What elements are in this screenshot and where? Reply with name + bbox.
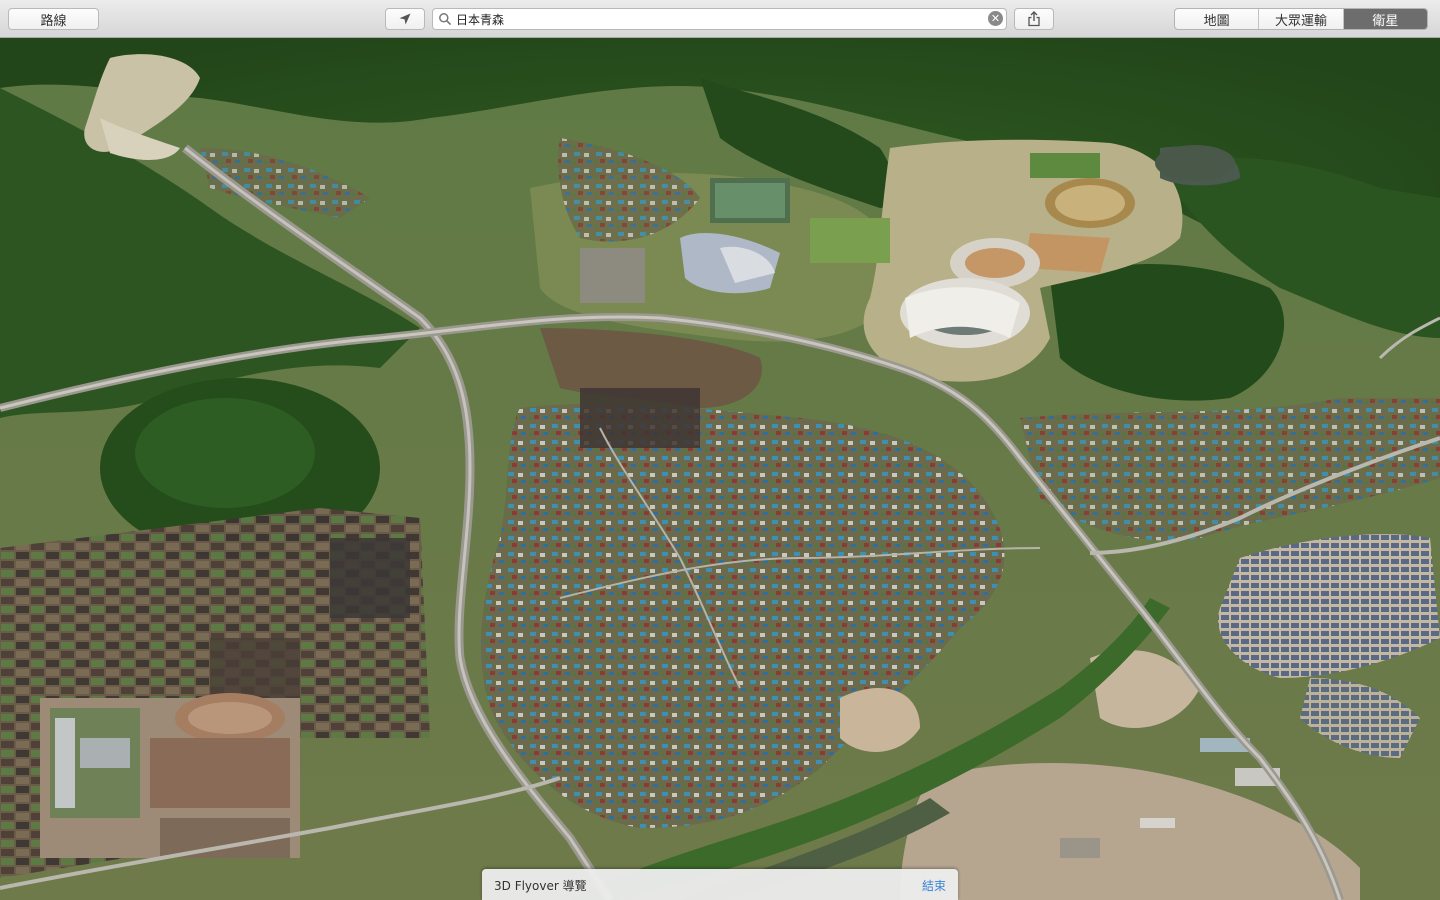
end-flyover-button[interactable]: 結束 xyxy=(922,877,946,894)
tab-transit[interactable]: 大眾運輸 xyxy=(1258,9,1342,29)
tab-satellite[interactable]: 衛星 xyxy=(1342,9,1427,29)
share-icon xyxy=(1028,11,1040,27)
search-input[interactable] xyxy=(456,10,976,28)
flyover-title: 3D Flyover 導覽 xyxy=(494,879,587,893)
directions-button[interactable]: 路線 xyxy=(8,8,99,30)
current-location-button[interactable] xyxy=(385,8,425,30)
toolbar: 路線 ✕ 地圖 大眾運輸 衛星 xyxy=(0,0,1440,38)
share-button[interactable] xyxy=(1014,8,1054,30)
location-arrow-icon xyxy=(399,13,411,25)
map-mode-segmented-control: 地圖 大眾運輸 衛星 xyxy=(1174,8,1428,30)
tab-map[interactable]: 地圖 xyxy=(1175,9,1258,29)
satellite-imagery xyxy=(0,38,1440,900)
flyover-tour-bar: 3D Flyover 導覽 結束 xyxy=(482,869,958,900)
clear-search-icon[interactable]: ✕ xyxy=(988,11,1003,26)
magnifier-icon xyxy=(439,13,452,26)
search-field[interactable]: ✕ xyxy=(432,8,1007,30)
satellite-map[interactable] xyxy=(0,38,1440,900)
